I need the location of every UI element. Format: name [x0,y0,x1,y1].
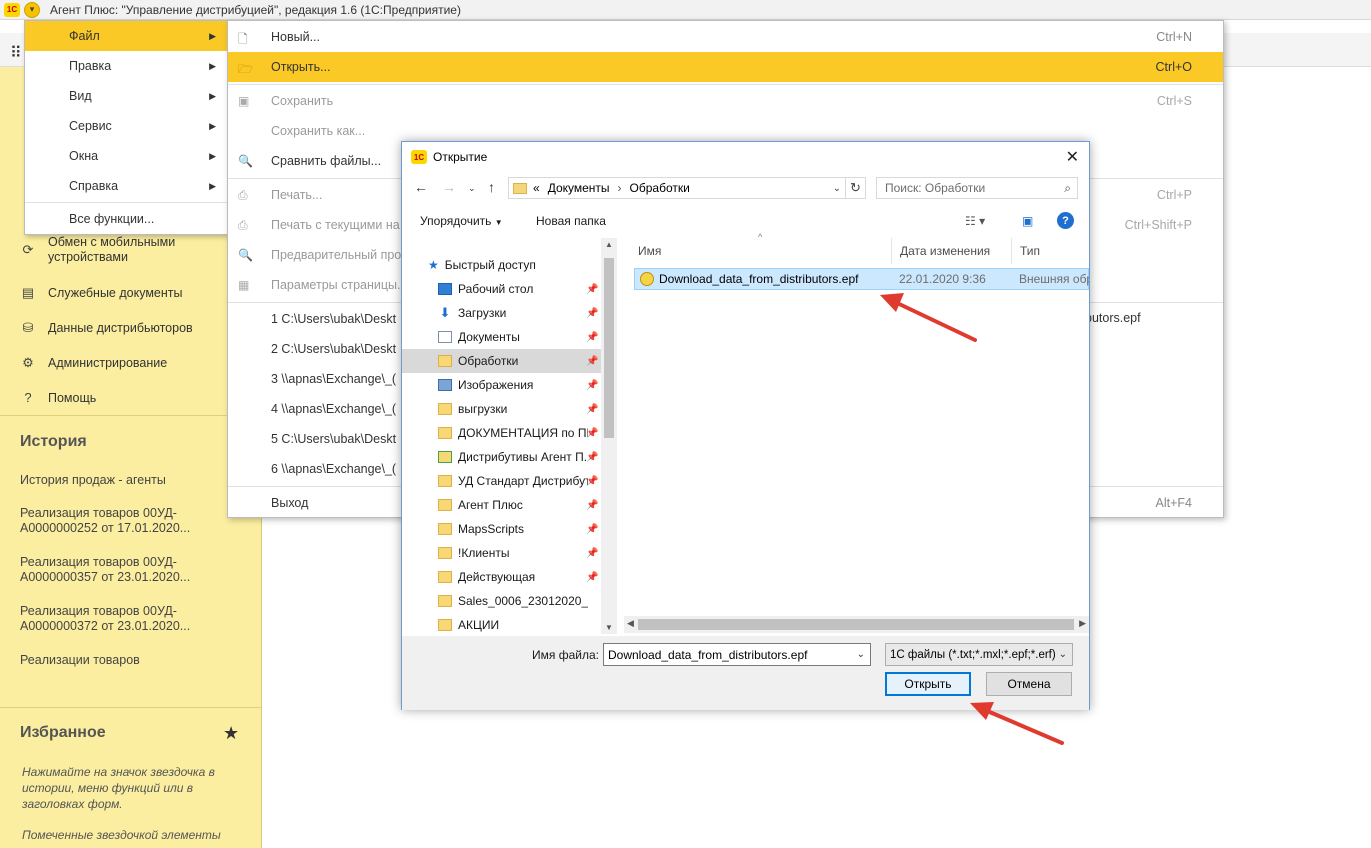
arrow-to-open-button [970,702,1064,745]
annotation-arrows [880,293,1064,745]
arrow-to-file [880,293,977,342]
